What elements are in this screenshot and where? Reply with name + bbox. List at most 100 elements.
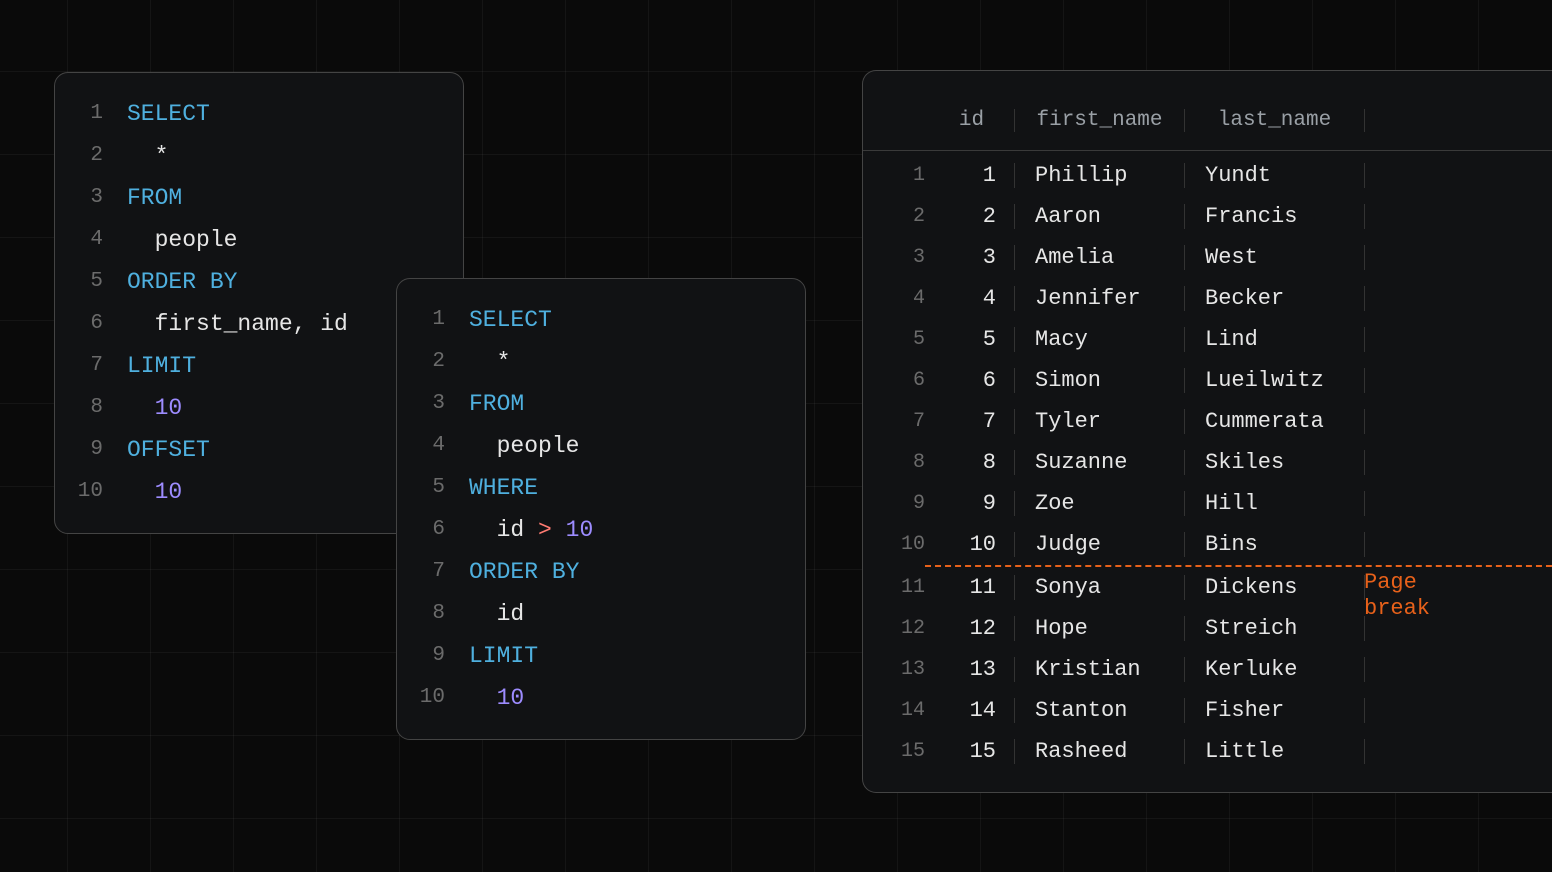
cell-last-name: Yundt bbox=[1185, 163, 1365, 188]
code-line: 2 * bbox=[55, 135, 435, 177]
table-row: 1313KristianKerluke bbox=[863, 649, 1552, 690]
cell-last-name: Fisher bbox=[1185, 698, 1365, 723]
code-line: 2 * bbox=[397, 341, 777, 383]
cell-last-name: West bbox=[1185, 245, 1365, 270]
table-row: 99ZoeHill bbox=[863, 483, 1552, 524]
cell-first-name: Stanton bbox=[1015, 698, 1185, 723]
cell-last-name: Little bbox=[1185, 739, 1365, 764]
code-line: 5ORDER BY bbox=[55, 261, 435, 303]
cell-last-name: Kerluke bbox=[1185, 657, 1365, 682]
row-number: 5 bbox=[863, 328, 925, 351]
code-line: 4 people bbox=[397, 425, 777, 467]
cell-first-name: Kristian bbox=[1015, 657, 1185, 682]
sql-text: id bbox=[469, 509, 538, 551]
table-row: 1111SonyaDickens bbox=[863, 567, 1552, 608]
cell-first-name: Zoe bbox=[1015, 491, 1185, 516]
cell-id: 6 bbox=[929, 368, 1015, 393]
sql-keyword: SELECT bbox=[469, 299, 552, 341]
line-number: 3 bbox=[397, 383, 469, 425]
cell-last-name: Lind bbox=[1185, 327, 1365, 352]
code-line: 10 10 bbox=[397, 677, 777, 719]
row-number: 12 bbox=[863, 617, 925, 640]
sql-text: people bbox=[127, 219, 237, 261]
sql-operator: > bbox=[538, 509, 552, 551]
line-number: 6 bbox=[55, 303, 127, 345]
cell-last-name: Francis bbox=[1185, 204, 1365, 229]
sql-text bbox=[127, 471, 155, 513]
code-line: 9LIMIT bbox=[397, 635, 777, 677]
cell-id: 8 bbox=[929, 450, 1015, 475]
table-row: 33AmeliaWest bbox=[863, 237, 1552, 278]
cell-first-name: Macy bbox=[1015, 327, 1185, 352]
line-number: 9 bbox=[397, 635, 469, 677]
line-number: 2 bbox=[55, 135, 127, 177]
row-number: 1 bbox=[863, 164, 925, 187]
col-header-id: id bbox=[929, 109, 1015, 132]
sql-text: people bbox=[469, 425, 579, 467]
cell-id: 10 bbox=[929, 532, 1015, 557]
cell-first-name: Aaron bbox=[1015, 204, 1185, 229]
cell-id: 7 bbox=[929, 409, 1015, 434]
line-number: 4 bbox=[55, 219, 127, 261]
cell-last-name: Cummerata bbox=[1185, 409, 1365, 434]
cell-id: 1 bbox=[929, 163, 1015, 188]
cell-id: 9 bbox=[929, 491, 1015, 516]
sql-editor-cursor: 1SELECT2 *3FROM4 people5WHERE6 id > 107O… bbox=[396, 278, 806, 740]
sql-keyword: ORDER BY bbox=[127, 261, 237, 303]
sql-text bbox=[127, 387, 155, 429]
table-row: 1010JudgeBins bbox=[863, 524, 1552, 565]
line-number: 10 bbox=[55, 471, 127, 513]
line-number: 2 bbox=[397, 341, 469, 383]
sql-keyword: LIMIT bbox=[127, 345, 196, 387]
table-row: 22AaronFrancis bbox=[863, 196, 1552, 237]
line-number: 8 bbox=[55, 387, 127, 429]
table-row: 1212HopeStreich bbox=[863, 608, 1552, 649]
code-line: 3FROM bbox=[397, 383, 777, 425]
cell-id: 12 bbox=[929, 616, 1015, 641]
table-row: 1414StantonFisher bbox=[863, 690, 1552, 731]
cell-last-name: Hill bbox=[1185, 491, 1365, 516]
code-line: 9OFFSET bbox=[55, 429, 435, 471]
row-number: 6 bbox=[863, 369, 925, 392]
table-row: 55MacyLind bbox=[863, 319, 1552, 360]
code-line: 8 id bbox=[397, 593, 777, 635]
line-number: 9 bbox=[55, 429, 127, 471]
sql-keyword: ORDER BY bbox=[469, 551, 579, 593]
row-number: 15 bbox=[863, 740, 925, 763]
col-header-last-name: last_name bbox=[1185, 109, 1365, 132]
cell-last-name: Becker bbox=[1185, 286, 1365, 311]
sql-keyword: OFFSET bbox=[127, 429, 210, 471]
cell-first-name: Hope bbox=[1015, 616, 1185, 641]
row-number: 4 bbox=[863, 287, 925, 310]
sql-text bbox=[552, 509, 566, 551]
cell-id: 3 bbox=[929, 245, 1015, 270]
cell-id: 4 bbox=[929, 286, 1015, 311]
row-number: 14 bbox=[863, 699, 925, 722]
code-line: 10 10 bbox=[55, 471, 435, 513]
sql-text: * bbox=[127, 135, 168, 177]
row-number: 7 bbox=[863, 410, 925, 433]
cell-last-name: Skiles bbox=[1185, 450, 1365, 475]
cell-id: 14 bbox=[929, 698, 1015, 723]
code-line: 3FROM bbox=[55, 177, 435, 219]
row-number: 13 bbox=[863, 658, 925, 681]
row-number: 10 bbox=[863, 533, 925, 556]
code-line: 1SELECT bbox=[397, 299, 777, 341]
cell-id: 15 bbox=[929, 739, 1015, 764]
code-line: 1SELECT bbox=[55, 93, 435, 135]
line-number: 6 bbox=[397, 509, 469, 551]
sql-text: id bbox=[469, 593, 524, 635]
col-header-first-name: first_name bbox=[1015, 109, 1185, 132]
sql-keyword: FROM bbox=[127, 177, 182, 219]
line-number: 1 bbox=[55, 93, 127, 135]
cell-id: 11 bbox=[929, 575, 1015, 600]
sql-text: * bbox=[469, 341, 510, 383]
results-table-panel: 0 id first_name last_name 11PhillipYundt… bbox=[862, 70, 1552, 793]
line-number: 4 bbox=[397, 425, 469, 467]
row-number: 11 bbox=[863, 576, 925, 599]
cell-first-name: Rasheed bbox=[1015, 739, 1185, 764]
sql-text: first_name, id bbox=[127, 303, 348, 345]
line-number: 5 bbox=[397, 467, 469, 509]
cell-id: 13 bbox=[929, 657, 1015, 682]
code-line: 8 10 bbox=[55, 387, 435, 429]
